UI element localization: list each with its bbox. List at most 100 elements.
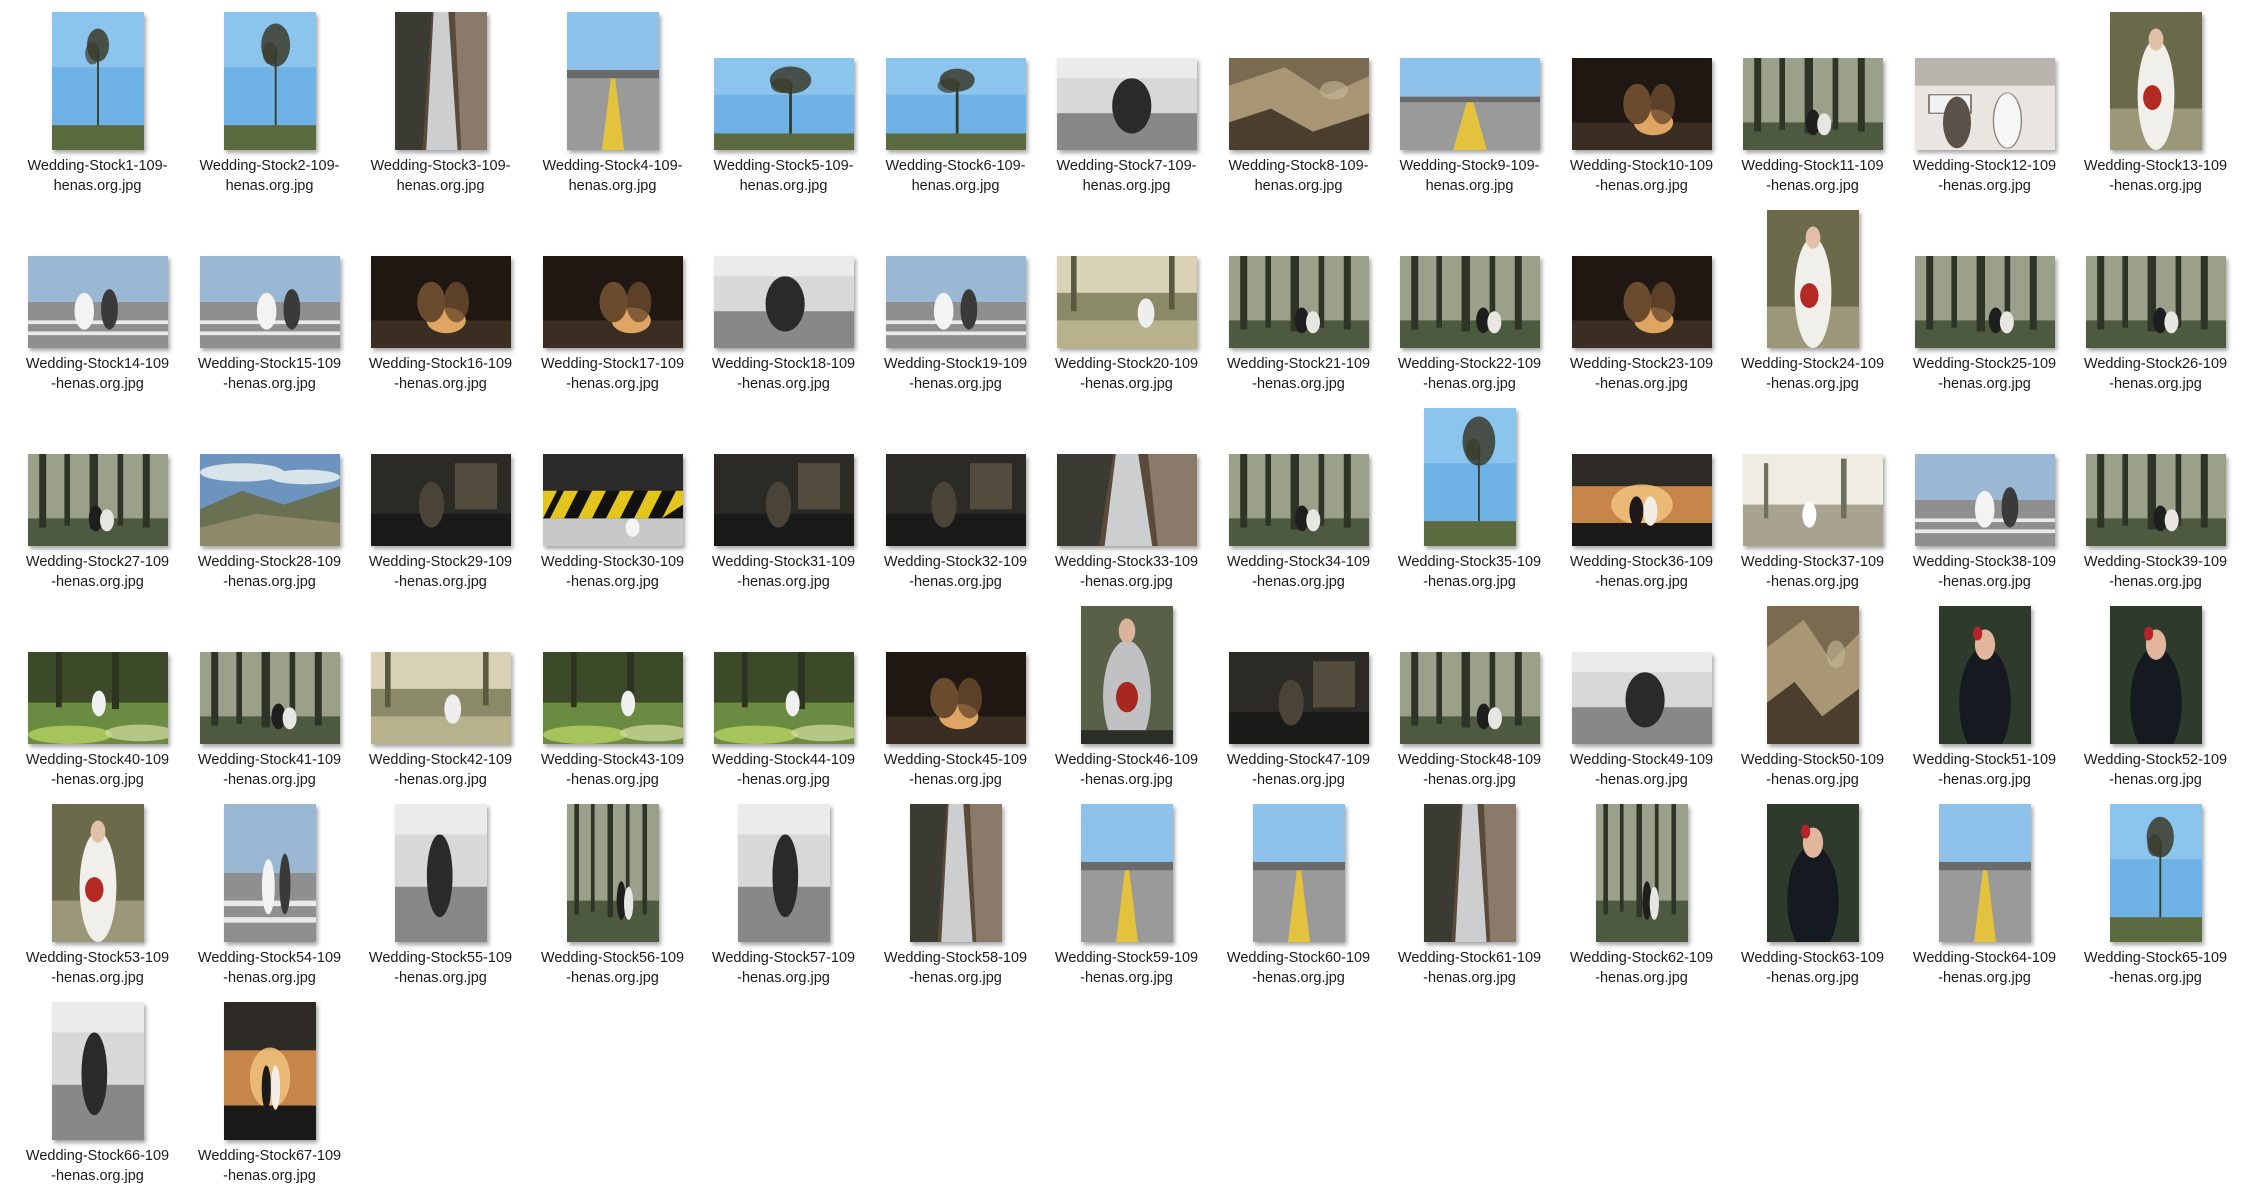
file-name[interactable]: Wedding-Stock48-109 -henas.org.jpg xyxy=(1384,750,1555,790)
file-name[interactable]: Wedding-Stock30-109 -henas.org.jpg xyxy=(527,552,698,592)
file-thumbnail[interactable] xyxy=(1766,804,1859,942)
file-item[interactable]: Wedding-Stock55-109 -henas.org.jpg xyxy=(355,802,526,1000)
file-thumbnail[interactable] xyxy=(2085,256,2226,348)
file-name[interactable]: Wedding-Stock62-109 -henas.org.jpg xyxy=(1556,948,1727,988)
file-name[interactable]: Wedding-Stock1-109- henas.org.jpg xyxy=(12,156,183,196)
file-name[interactable]: Wedding-Stock58-109 -henas.org.jpg xyxy=(870,948,1041,988)
file-thumbnail[interactable] xyxy=(51,804,144,942)
file-name[interactable]: Wedding-Stock46-109 -henas.org.jpg xyxy=(1041,750,1212,790)
file-thumbnail[interactable] xyxy=(885,256,1026,348)
file-item[interactable]: Wedding-Stock11-109 -henas.org.jpg xyxy=(1727,10,1898,208)
file-name[interactable]: Wedding-Stock61-109 -henas.org.jpg xyxy=(1384,948,1555,988)
file-thumbnail[interactable] xyxy=(1080,606,1173,744)
file-item[interactable]: Wedding-Stock8-109- henas.org.jpg xyxy=(1213,10,1384,208)
file-thumbnail[interactable] xyxy=(223,804,316,942)
file-thumbnail[interactable] xyxy=(1399,256,1540,348)
file-thumbnail[interactable] xyxy=(1056,454,1197,546)
file-item[interactable]: Wedding-Stock35-109 -henas.org.jpg xyxy=(1384,406,1555,604)
file-thumbnail[interactable] xyxy=(394,12,487,150)
file-item[interactable]: Wedding-Stock17-109 -henas.org.jpg xyxy=(527,208,698,406)
file-name[interactable]: Wedding-Stock21-109 -henas.org.jpg xyxy=(1213,354,1384,394)
file-item[interactable]: Wedding-Stock38-109 -henas.org.jpg xyxy=(1899,406,2070,604)
file-item[interactable]: Wedding-Stock48-109 -henas.org.jpg xyxy=(1384,604,1555,802)
file-thumbnail[interactable] xyxy=(1423,408,1516,546)
file-thumbnail[interactable] xyxy=(1571,454,1712,546)
file-item[interactable]: Wedding-Stock5-109- henas.org.jpg xyxy=(698,10,869,208)
file-item[interactable]: Wedding-Stock63-109 -henas.org.jpg xyxy=(1727,802,1898,1000)
file-thumbnail[interactable] xyxy=(394,804,487,942)
file-name[interactable]: Wedding-Stock15-109 -henas.org.jpg xyxy=(184,354,355,394)
file-item[interactable]: Wedding-Stock7-109- henas.org.jpg xyxy=(1041,10,1212,208)
file-thumbnail[interactable] xyxy=(1228,454,1369,546)
file-item[interactable]: Wedding-Stock42-109 -henas.org.jpg xyxy=(355,604,526,802)
file-name[interactable]: Wedding-Stock54-109 -henas.org.jpg xyxy=(184,948,355,988)
file-item[interactable]: Wedding-Stock27-109 -henas.org.jpg xyxy=(12,406,183,604)
file-item[interactable]: Wedding-Stock36-109 -henas.org.jpg xyxy=(1556,406,1727,604)
file-thumbnail[interactable] xyxy=(566,804,659,942)
file-name[interactable]: Wedding-Stock50-109 -henas.org.jpg xyxy=(1727,750,1898,790)
file-item[interactable]: Wedding-Stock22-109 -henas.org.jpg xyxy=(1384,208,1555,406)
file-item[interactable]: Wedding-Stock43-109 -henas.org.jpg xyxy=(527,604,698,802)
file-item[interactable]: Wedding-Stock24-109 -henas.org.jpg xyxy=(1727,208,1898,406)
file-item[interactable]: Wedding-Stock18-109 -henas.org.jpg xyxy=(698,208,869,406)
file-thumbnail[interactable] xyxy=(1399,652,1540,744)
file-thumbnail[interactable] xyxy=(199,652,340,744)
file-thumbnail[interactable] xyxy=(1914,58,2055,150)
file-thumbnail[interactable] xyxy=(51,1002,144,1140)
file-item[interactable]: Wedding-Stock46-109 -henas.org.jpg xyxy=(1041,604,1212,802)
file-name[interactable]: Wedding-Stock3-109- henas.org.jpg xyxy=(355,156,526,196)
file-item[interactable]: Wedding-Stock66-109 -henas.org.jpg xyxy=(12,1000,183,1198)
file-item[interactable]: Wedding-Stock14-109 -henas.org.jpg xyxy=(12,208,183,406)
file-name[interactable]: Wedding-Stock57-109 -henas.org.jpg xyxy=(698,948,869,988)
file-item[interactable]: Wedding-Stock60-109 -henas.org.jpg xyxy=(1213,802,1384,1000)
file-name[interactable]: Wedding-Stock28-109 -henas.org.jpg xyxy=(184,552,355,592)
file-name[interactable]: Wedding-Stock63-109 -henas.org.jpg xyxy=(1727,948,1898,988)
file-name[interactable]: Wedding-Stock60-109 -henas.org.jpg xyxy=(1213,948,1384,988)
file-thumbnail[interactable] xyxy=(1914,256,2055,348)
file-name[interactable]: Wedding-Stock51-109 -henas.org.jpg xyxy=(1899,750,2070,790)
file-name[interactable]: Wedding-Stock37-109 -henas.org.jpg xyxy=(1727,552,1898,592)
file-thumbnail[interactable] xyxy=(27,652,168,744)
file-name[interactable]: Wedding-Stock44-109 -henas.org.jpg xyxy=(698,750,869,790)
file-thumbnail[interactable] xyxy=(1766,210,1859,348)
file-thumbnail[interactable] xyxy=(1423,804,1516,942)
file-name[interactable]: Wedding-Stock8-109- henas.org.jpg xyxy=(1213,156,1384,196)
file-thumbnail[interactable] xyxy=(542,256,683,348)
file-name[interactable]: Wedding-Stock27-109 -henas.org.jpg xyxy=(12,552,183,592)
file-item[interactable]: Wedding-Stock40-109 -henas.org.jpg xyxy=(12,604,183,802)
file-name[interactable]: Wedding-Stock11-109 -henas.org.jpg xyxy=(1727,156,1898,196)
file-item[interactable]: Wedding-Stock32-109 -henas.org.jpg xyxy=(870,406,1041,604)
file-thumbnail[interactable] xyxy=(370,454,511,546)
file-thumbnail[interactable] xyxy=(542,454,683,546)
file-name[interactable]: Wedding-Stock31-109 -henas.org.jpg xyxy=(698,552,869,592)
file-name[interactable]: Wedding-Stock45-109 -henas.org.jpg xyxy=(870,750,1041,790)
file-thumbnail[interactable] xyxy=(1742,58,1883,150)
file-thumbnail[interactable] xyxy=(2085,454,2226,546)
file-thumbnail[interactable] xyxy=(1571,256,1712,348)
file-thumbnail[interactable] xyxy=(885,58,1026,150)
file-item[interactable]: Wedding-Stock65-109 -henas.org.jpg xyxy=(2070,802,2241,1000)
file-thumbnail[interactable] xyxy=(1742,454,1883,546)
file-thumbnail[interactable] xyxy=(713,652,854,744)
file-item[interactable]: Wedding-Stock62-109 -henas.org.jpg xyxy=(1556,802,1727,1000)
file-item[interactable]: Wedding-Stock33-109 -henas.org.jpg xyxy=(1041,406,1212,604)
file-item[interactable]: Wedding-Stock57-109 -henas.org.jpg xyxy=(698,802,869,1000)
file-name[interactable]: Wedding-Stock6-109- henas.org.jpg xyxy=(870,156,1041,196)
file-thumbnail[interactable] xyxy=(1571,58,1712,150)
file-thumbnail[interactable] xyxy=(713,454,854,546)
file-name[interactable]: Wedding-Stock16-109 -henas.org.jpg xyxy=(355,354,526,394)
file-item[interactable]: Wedding-Stock16-109 -henas.org.jpg xyxy=(355,208,526,406)
file-thumbnail[interactable] xyxy=(1080,804,1173,942)
file-thumbnail[interactable] xyxy=(1056,58,1197,150)
file-name[interactable]: Wedding-Stock2-109- henas.org.jpg xyxy=(184,156,355,196)
file-item[interactable]: Wedding-Stock45-109 -henas.org.jpg xyxy=(870,604,1041,802)
file-item[interactable]: Wedding-Stock10-109 -henas.org.jpg xyxy=(1556,10,1727,208)
file-thumbnail[interactable] xyxy=(370,652,511,744)
file-name[interactable]: Wedding-Stock41-109 -henas.org.jpg xyxy=(184,750,355,790)
file-name[interactable]: Wedding-Stock13-109 -henas.org.jpg xyxy=(2070,156,2241,196)
file-name[interactable]: Wedding-Stock39-109 -henas.org.jpg xyxy=(2070,552,2241,592)
file-item[interactable]: Wedding-Stock53-109 -henas.org.jpg xyxy=(12,802,183,1000)
file-name[interactable]: Wedding-Stock12-109 -henas.org.jpg xyxy=(1899,156,2070,196)
file-item[interactable]: Wedding-Stock21-109 -henas.org.jpg xyxy=(1213,208,1384,406)
file-item[interactable]: Wedding-Stock47-109 -henas.org.jpg xyxy=(1213,604,1384,802)
